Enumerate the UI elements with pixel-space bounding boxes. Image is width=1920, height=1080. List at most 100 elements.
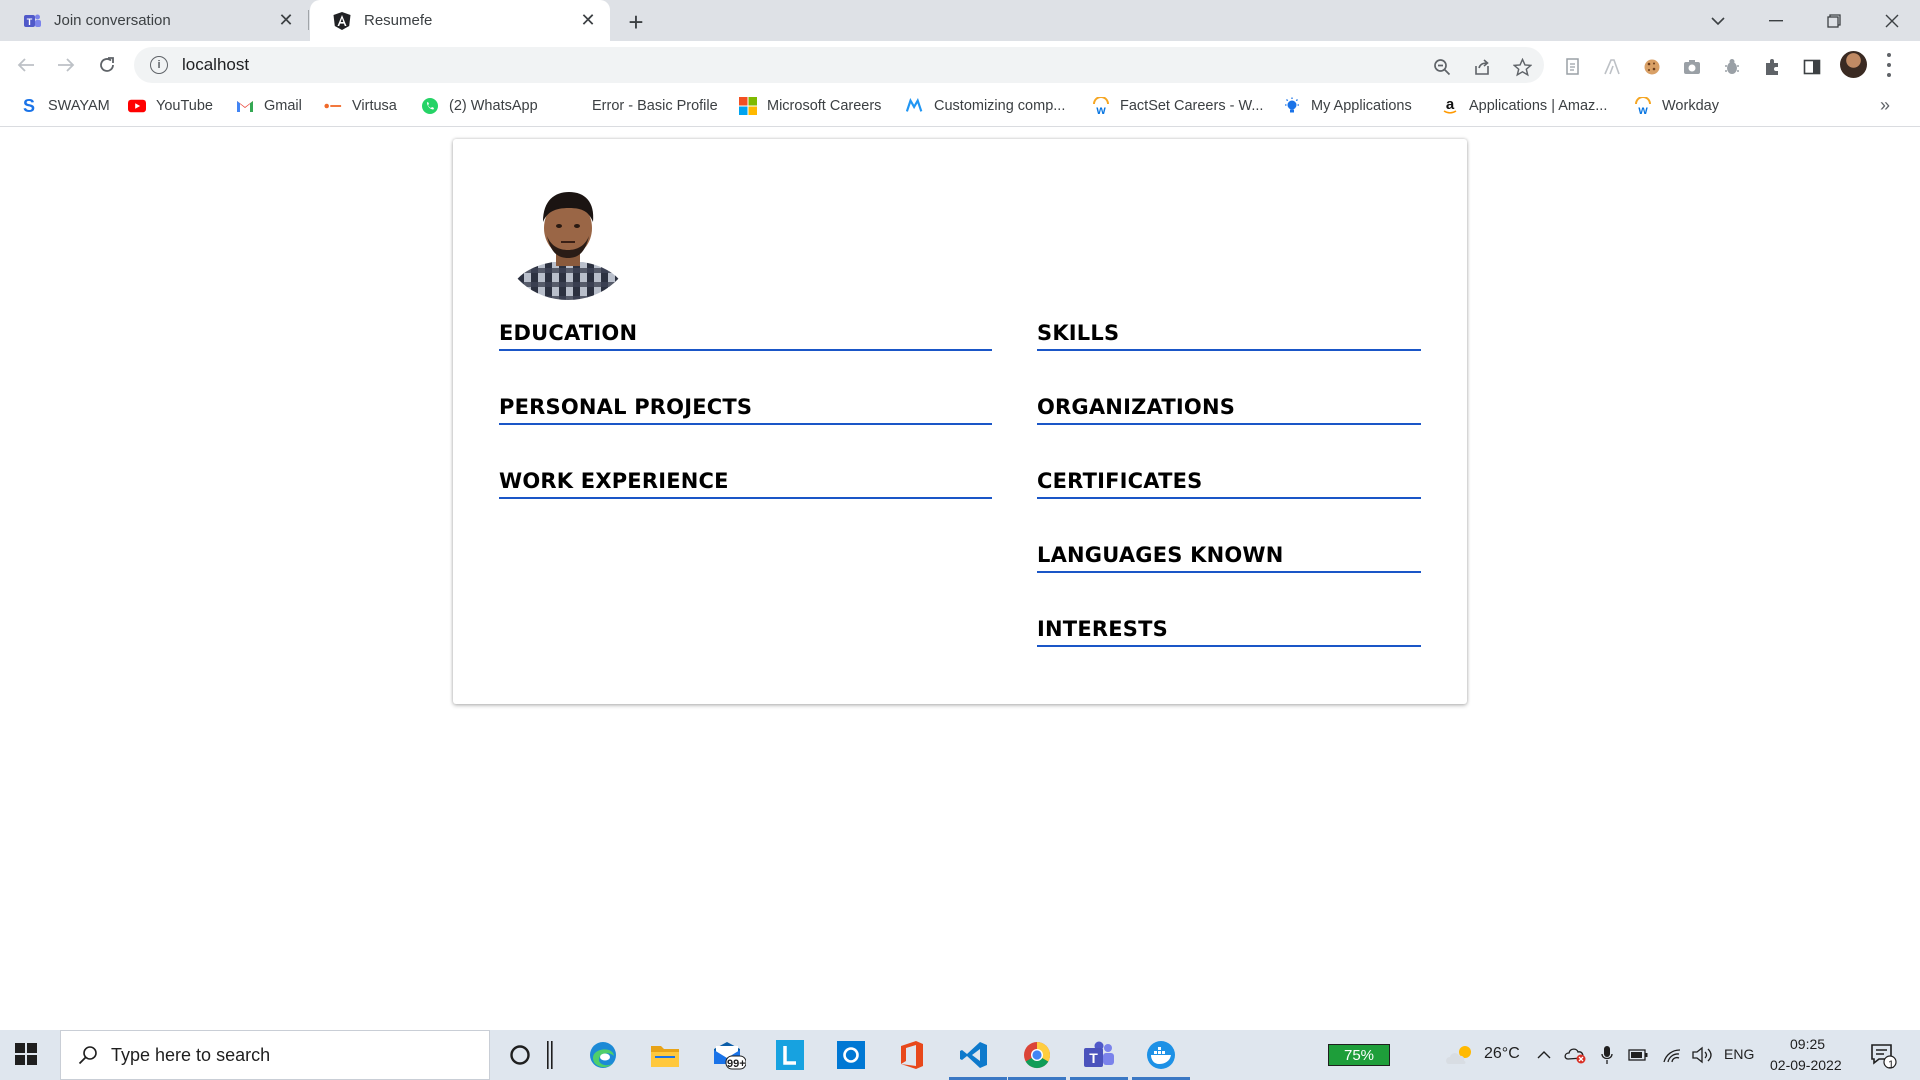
bookmark-whatsapp[interactable]: (2) WhatsApp [421,89,538,123]
zoom-icon[interactable] [1432,57,1452,77]
organizations-section: ORGANIZATIONS [1037,395,1421,425]
workday-icon: w [1634,97,1652,115]
bookmark-label: Applications | Amaz... [1469,98,1608,114]
notification-count: 1 [1888,1059,1895,1071]
bookmark-star-icon[interactable] [1512,57,1532,77]
close-tab-icon[interactable]: ✕ [274,9,298,33]
bookmark-label: Gmail [264,98,302,114]
taskbar-search-box[interactable]: Type here to search [60,1030,490,1080]
bookmark-amazon-applications[interactable]: a Applications | Amaz... [1441,89,1607,123]
bookmark-label: (2) WhatsApp [449,98,538,114]
back-button[interactable] [12,51,40,79]
bookmark-virtusa[interactable]: Virtusa [324,89,397,123]
close-tab-icon[interactable]: ✕ [576,9,600,33]
tab-search-chevron-icon[interactable] [1690,0,1746,41]
file-explorer-icon[interactable] [648,1038,682,1072]
skills-heading: SKILLS [1037,321,1120,345]
amazon-icon: a [1441,97,1459,115]
mail-icon[interactable]: 99+ [712,1038,746,1072]
bookmarks-bar: S SWAYAM YouTube Gmail Virtusa (2) Whats… [0,89,1920,127]
bookmark-gmail[interactable]: Gmail [236,89,302,123]
bookmark-customizing-comp[interactable]: Customizing comp... [906,89,1065,123]
bookmark-label: Error - Basic Profile [592,98,718,114]
personal-projects-section: PERSONAL PROJECTS [499,395,992,425]
cortana-icon[interactable] [503,1038,537,1072]
bookmark-my-applications[interactable]: My Applications [1283,89,1412,123]
cortana-o-icon[interactable] [834,1038,868,1072]
teams-taskbar-icon[interactable]: T [1082,1038,1116,1072]
bookmark-workday[interactable]: w Workday [1634,89,1719,123]
tab-title: Join conversation [54,12,171,29]
more-bookmarks-icon[interactable]: » [1880,95,1890,116]
forward-button[interactable] [52,51,80,79]
chrome-icon[interactable] [1020,1038,1054,1072]
education-section: EDUCATION [499,321,992,351]
microsoft-icon [739,97,757,115]
extension-a-icon[interactable] [1601,56,1623,78]
restore-button[interactable] [1806,0,1862,41]
search-icon [77,1044,99,1066]
url-text[interactable]: localhost [182,55,249,75]
tab-join-conversation[interactable]: T Join conversation ✕ [0,0,308,41]
side-panel-icon[interactable] [1801,56,1823,78]
battery-percentage[interactable]: 75% [1328,1044,1390,1066]
notification-center-icon[interactable]: 1 [1866,1038,1900,1072]
input-language[interactable]: ENG [1724,1046,1754,1062]
profile-photo [503,184,633,300]
address-bar[interactable]: i localhost [134,47,1544,83]
whatsapp-icon [421,97,439,115]
browser-toolbar: i localhost [0,41,1920,89]
workday-icon: w [1092,97,1110,115]
teams-icon: T [22,11,42,31]
svg-text:a: a [1446,97,1455,113]
profile-avatar[interactable] [1840,51,1867,78]
share-icon[interactable] [1472,57,1492,77]
bookmark-label: FactSet Careers - W... [1120,98,1264,114]
work-experience-section: WORK EXPERIENCE [499,469,992,499]
clock-time[interactable]: 09:25 [1790,1036,1825,1052]
new-tab-button[interactable]: + [622,7,650,37]
bookmark-error-basic-profile[interactable]: Error - Basic Profile [592,89,718,123]
extensions-puzzle-icon[interactable] [1761,56,1783,78]
show-hidden-icons-chevron-icon[interactable] [1533,1038,1555,1072]
microphone-icon[interactable] [1597,1038,1617,1072]
bookmark-label: Customizing comp... [934,98,1066,114]
minimize-button[interactable] [1748,0,1804,41]
task-view-icon[interactable] [540,1038,560,1072]
browser-menu-icon[interactable] [1883,53,1895,77]
edge-icon[interactable] [586,1038,620,1072]
site-info-icon[interactable]: i [150,56,168,74]
bookmark-label: YouTube [156,98,213,114]
vscode-icon[interactable] [957,1038,991,1072]
bug-icon[interactable] [1721,56,1743,78]
tab-separator [308,10,309,30]
resume-card: EDUCATION PERSONAL PROJECTS WORK EXPERIE… [453,139,1467,704]
battery-icon[interactable] [1626,1038,1650,1072]
weather-temperature[interactable]: 26°C [1484,1045,1520,1063]
close-window-button[interactable] [1864,0,1920,41]
cookie-icon[interactable] [1641,56,1663,78]
windows-start-icon[interactable] [14,1042,38,1066]
lens-l-icon[interactable] [773,1038,807,1072]
svg-text:w: w [1095,103,1106,115]
volume-icon[interactable] [1690,1038,1714,1072]
extension-document-icon[interactable] [1562,56,1584,78]
bookmark-label: SWAYAM [48,98,110,114]
camera-icon[interactable] [1681,56,1703,78]
office-icon[interactable] [895,1038,929,1072]
bookmark-swayam[interactable]: S SWAYAM [20,89,110,123]
docker-icon[interactable] [1144,1038,1178,1072]
languages-known-section: LANGUAGES KNOWN [1037,543,1421,573]
bookmark-microsoft-careers[interactable]: Microsoft Careers [739,89,881,123]
onedrive-error-icon[interactable] [1563,1038,1589,1072]
work-experience-heading: WORK EXPERIENCE [499,469,729,493]
wifi-icon[interactable] [1660,1038,1684,1072]
certificates-heading: CERTIFICATES [1037,469,1203,493]
bookmark-youtube[interactable]: YouTube [128,89,213,123]
languages-known-heading: LANGUAGES KNOWN [1037,543,1284,567]
clock-date[interactable]: 02-09-2022 [1770,1057,1842,1073]
weather-icon[interactable] [1443,1038,1477,1072]
reload-button[interactable] [93,51,121,79]
bookmark-factset-careers[interactable]: w FactSet Careers - W... [1092,89,1263,123]
tab-resumefe[interactable]: Resumefe ✕ [310,0,610,41]
